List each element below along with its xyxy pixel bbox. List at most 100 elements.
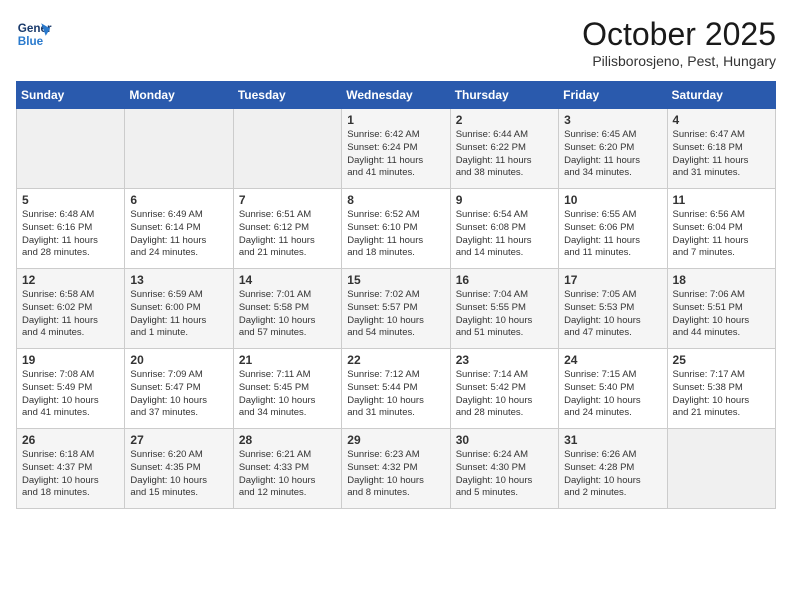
calendar-cell: 25 Sunrise: 7:17 AM Sunset: 5:38 PM Dayli… [667,349,775,429]
cell-info: Sunrise: 7:17 AM Sunset: 5:38 PM Dayligh… [673,369,770,420]
day-number: 22 [347,353,444,367]
calendar-cell: 29 Sunrise: 6:23 AM Sunset: 4:32 PM Dayli… [342,429,450,509]
day-number: 17 [564,273,661,287]
day-header-thursday: Thursday [450,82,558,109]
day-number: 24 [564,353,661,367]
cell-info: Sunrise: 6:52 AM Sunset: 6:10 PM Dayligh… [347,209,444,260]
calendar-cell: 14Sunrise: 7:01 AM Sunset: 5:58 PM Dayli… [233,269,341,349]
cell-info: Sunrise: 6:58 AM Sunset: 6:02 PM Dayligh… [22,289,119,340]
day-number: 25 [673,353,770,367]
calendar-cell [233,109,341,189]
calendar-cell: 5 Sunrise: 6:48 AM Sunset: 6:16 PM Daylig… [17,189,125,269]
cell-info: Sunrise: 6:24 AM Sunset: 4:30 PM Dayligh… [456,449,553,500]
day-number: 6 [130,193,227,207]
calendar-cell: 8 Sunrise: 6:52 AM Sunset: 6:10 PM Daylig… [342,189,450,269]
cell-info: Sunrise: 6:48 AM Sunset: 6:16 PM Dayligh… [22,209,119,260]
calendar-cell [667,429,775,509]
day-header-wednesday: Wednesday [342,82,450,109]
cell-info: Sunrise: 7:12 AM Sunset: 5:44 PM Dayligh… [347,369,444,420]
day-number: 28 [239,433,336,447]
cell-info: Sunrise: 6:42 AM Sunset: 6:24 PM Dayligh… [347,129,444,180]
calendar-cell: 20 Sunrise: 7:09 AM Sunset: 5:47 PM Dayli… [125,349,233,429]
cell-info: Sunrise: 6:45 AM Sunset: 6:20 PM Dayligh… [564,129,661,180]
cell-info: Sunrise: 6:20 AM Sunset: 4:35 PM Dayligh… [130,449,227,500]
cell-info: Sunrise: 7:11 AM Sunset: 5:45 PM Dayligh… [239,369,336,420]
title-block: October 2025 Pilisborosjeno, Pest, Hunga… [582,16,776,69]
cell-info: Sunrise: 7:14 AM Sunset: 5:42 PM Dayligh… [456,369,553,420]
calendar-cell: 22 Sunrise: 7:12 AM Sunset: 5:44 PM Dayli… [342,349,450,429]
day-number: 30 [456,433,553,447]
calendar-cell: 6 Sunrise: 6:49 AM Sunset: 6:14 PM Daylig… [125,189,233,269]
day-header-saturday: Saturday [667,82,775,109]
calendar-cell: 16Sunrise: 7:04 AM Sunset: 5:55 PM Dayli… [450,269,558,349]
cell-info: Sunrise: 6:21 AM Sunset: 4:33 PM Dayligh… [239,449,336,500]
calendar-cell: 1Sunrise: 6:42 AM Sunset: 6:24 PM Daylig… [342,109,450,189]
day-header-friday: Friday [559,82,667,109]
cell-info: Sunrise: 7:08 AM Sunset: 5:49 PM Dayligh… [22,369,119,420]
calendar-cell: 3 Sunrise: 6:45 AM Sunset: 6:20 PM Daylig… [559,109,667,189]
calendar-cell: 19Sunrise: 7:08 AM Sunset: 5:49 PM Dayli… [17,349,125,429]
cell-info: Sunrise: 6:47 AM Sunset: 6:18 PM Dayligh… [673,129,770,180]
day-number: 21 [239,353,336,367]
week-row-1: 1Sunrise: 6:42 AM Sunset: 6:24 PM Daylig… [17,109,776,189]
cell-info: Sunrise: 6:56 AM Sunset: 6:04 PM Dayligh… [673,209,770,260]
calendar-cell: 30 Sunrise: 6:24 AM Sunset: 4:30 PM Dayli… [450,429,558,509]
day-number: 15 [347,273,444,287]
week-row-4: 19Sunrise: 7:08 AM Sunset: 5:49 PM Dayli… [17,349,776,429]
cell-info: Sunrise: 6:54 AM Sunset: 6:08 PM Dayligh… [456,209,553,260]
calendar-cell: 7Sunrise: 6:51 AM Sunset: 6:12 PM Daylig… [233,189,341,269]
calendar-cell: 15 Sunrise: 7:02 AM Sunset: 5:57 PM Dayli… [342,269,450,349]
day-number: 8 [347,193,444,207]
cell-info: Sunrise: 7:02 AM Sunset: 5:57 PM Dayligh… [347,289,444,340]
cell-info: Sunrise: 6:44 AM Sunset: 6:22 PM Dayligh… [456,129,553,180]
cell-info: Sunrise: 7:05 AM Sunset: 5:53 PM Dayligh… [564,289,661,340]
week-row-2: 5 Sunrise: 6:48 AM Sunset: 6:16 PM Daylig… [17,189,776,269]
day-header-tuesday: Tuesday [233,82,341,109]
logo: General Blue [16,16,56,52]
day-number: 27 [130,433,227,447]
calendar-cell: 10Sunrise: 6:55 AM Sunset: 6:06 PM Dayli… [559,189,667,269]
header-row: SundayMondayTuesdayWednesdayThursdayFrid… [17,82,776,109]
cell-info: Sunrise: 7:09 AM Sunset: 5:47 PM Dayligh… [130,369,227,420]
day-number: 2 [456,113,553,127]
calendar-cell [125,109,233,189]
day-number: 5 [22,193,119,207]
cell-info: Sunrise: 6:49 AM Sunset: 6:14 PM Dayligh… [130,209,227,260]
calendar-cell: 11Sunrise: 6:56 AM Sunset: 6:04 PM Dayli… [667,189,775,269]
month-title: October 2025 [582,16,776,53]
day-number: 29 [347,433,444,447]
calendar-cell: 4Sunrise: 6:47 AM Sunset: 6:18 PM Daylig… [667,109,775,189]
day-number: 3 [564,113,661,127]
day-header-sunday: Sunday [17,82,125,109]
calendar-cell: 18 Sunrise: 7:06 AM Sunset: 5:51 PM Dayli… [667,269,775,349]
day-number: 14 [239,273,336,287]
day-number: 31 [564,433,661,447]
calendar-cell: 23 Sunrise: 7:14 AM Sunset: 5:42 PM Dayli… [450,349,558,429]
calendar-cell: 12 Sunrise: 6:58 AM Sunset: 6:02 PM Dayli… [17,269,125,349]
cell-info: Sunrise: 6:59 AM Sunset: 6:00 PM Dayligh… [130,289,227,340]
svg-text:Blue: Blue [18,35,44,48]
calendar-cell [17,109,125,189]
calendar-cell: 21 Sunrise: 7:11 AM Sunset: 5:45 PM Dayli… [233,349,341,429]
week-row-5: 26Sunrise: 6:18 AM Sunset: 4:37 PM Dayli… [17,429,776,509]
day-number: 7 [239,193,336,207]
cell-info: Sunrise: 6:18 AM Sunset: 4:37 PM Dayligh… [22,449,119,500]
cell-info: Sunrise: 7:15 AM Sunset: 5:40 PM Dayligh… [564,369,661,420]
cell-info: Sunrise: 6:23 AM Sunset: 4:32 PM Dayligh… [347,449,444,500]
day-number: 12 [22,273,119,287]
calendar-cell: 27 Sunrise: 6:20 AM Sunset: 4:35 PM Dayli… [125,429,233,509]
day-number: 10 [564,193,661,207]
day-number: 16 [456,273,553,287]
calendar-cell: 31 Sunrise: 6:26 AM Sunset: 4:28 PM Dayli… [559,429,667,509]
day-number: 13 [130,273,227,287]
day-number: 18 [673,273,770,287]
cell-info: Sunrise: 6:26 AM Sunset: 4:28 PM Dayligh… [564,449,661,500]
day-number: 20 [130,353,227,367]
day-number: 23 [456,353,553,367]
calendar-cell: 9Sunrise: 6:54 AM Sunset: 6:08 PM Daylig… [450,189,558,269]
cell-info: Sunrise: 7:06 AM Sunset: 5:51 PM Dayligh… [673,289,770,340]
week-row-3: 12 Sunrise: 6:58 AM Sunset: 6:02 PM Dayli… [17,269,776,349]
calendar-cell: 2 Sunrise: 6:44 AM Sunset: 6:22 PM Daylig… [450,109,558,189]
page-header: General Blue October 2025 Pilisborosjeno… [16,16,776,69]
calendar-cell: 17 Sunrise: 7:05 AM Sunset: 5:53 PM Dayli… [559,269,667,349]
